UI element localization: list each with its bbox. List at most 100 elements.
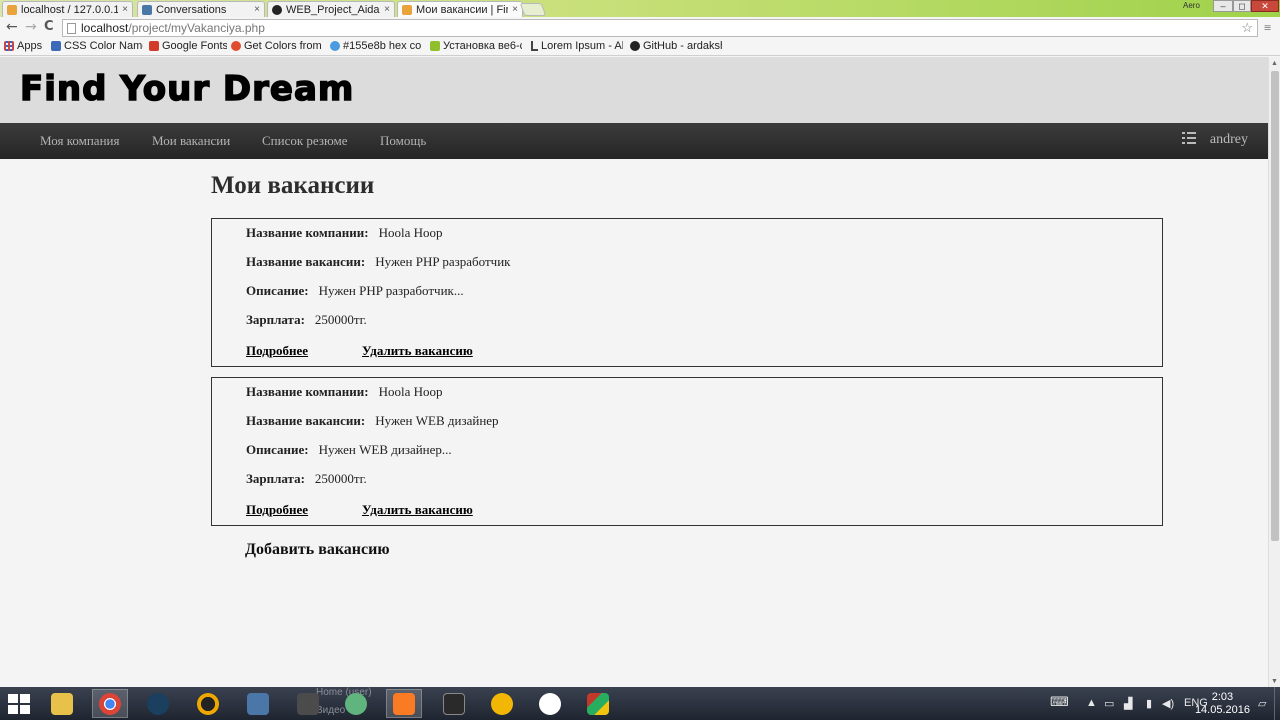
signal-icon[interactable]: ▟ (1124, 697, 1132, 710)
details-link[interactable]: Подробнее (246, 343, 308, 359)
forward-arrow-icon[interactable]: → (25, 19, 37, 35)
cube-app-icon[interactable] (580, 689, 616, 718)
vacancy-card: Название компании: Hoola Hoop Название ва… (211, 218, 1163, 367)
tab-close-icon[interactable]: × (512, 4, 518, 15)
nav-resume-list[interactable]: Список резюме (262, 133, 348, 149)
vacancy-value: Нужен PHP разработчик (375, 254, 511, 269)
lorem-ipsum-icon (531, 41, 538, 51)
sublime-text-icon[interactable] (290, 689, 326, 718)
bookmark-apps[interactable]: Apps (4, 40, 42, 52)
bookmark-item[interactable]: Get Colors from I (231, 40, 323, 52)
clock-time: 2:03 (1211, 691, 1234, 703)
salary-value: 250000тг. (314, 471, 367, 486)
address-bar[interactable]: localhost/project/myVakanciya.php ☆ (62, 19, 1258, 37)
bookmark-item[interactable]: Google Fonts (149, 40, 227, 52)
delete-vacancy-link[interactable]: Удалить вакансию (362, 343, 473, 359)
vacancy-row: Название вакансии: Нужен PHP разработчик (246, 254, 510, 270)
vacancy-card: Название компании: Hoola Hoop Название ва… (211, 377, 1163, 526)
nav-my-company[interactable]: Моя компания (40, 133, 119, 149)
clock-date: 14.05.2016 (1194, 704, 1250, 716)
nav-help[interactable]: Помощь (380, 133, 426, 149)
pentagon-app-icon[interactable] (532, 689, 568, 718)
browser-tab[interactable]: localhost / 127.0.0.1 × (2, 1, 133, 17)
browser-tab-label: Conversations (156, 3, 227, 16)
new-tab-button[interactable] (519, 3, 547, 16)
clock[interactable]: 2:03 14.05.2016 (1195, 691, 1250, 717)
company-label: Название компании: (246, 384, 369, 399)
bookmark-label: Apps (17, 40, 43, 52)
page-title: Мои вакансии (211, 172, 375, 199)
tab-close-icon[interactable]: × (384, 4, 390, 15)
bookmark-item[interactable]: #155e8b hex colo (330, 40, 422, 52)
network-icon[interactable]: ▭ (1104, 697, 1114, 710)
vk-icon[interactable] (240, 689, 276, 718)
install-web-server-icon (430, 41, 440, 51)
terminal-icon[interactable] (436, 689, 472, 718)
bookmarks-bar: Apps CSS Color Names Google Fonts Get Co… (0, 38, 1280, 56)
url-host: localhost (81, 21, 129, 35)
show-desktop-button[interactable] (1274, 687, 1280, 720)
file-explorer-icon[interactable] (44, 689, 80, 718)
hex-color-icon (330, 41, 340, 51)
description-label: Описание: (246, 283, 309, 298)
volume-icon[interactable]: ◀) (1162, 697, 1174, 710)
vectorworks-icon[interactable] (484, 689, 520, 718)
username[interactable]: andrey (1210, 132, 1248, 148)
scrollbar-thumb[interactable] (1271, 71, 1279, 541)
user-menu[interactable]: andrey (1181, 132, 1248, 148)
company-row: Название компании: Hoola Hoop (246, 384, 443, 400)
battery-icon[interactable]: ▮ (1146, 697, 1152, 710)
browser-tab[interactable]: Conversations × (137, 1, 265, 17)
keyboard-icon[interactable]: ⌨ (1050, 694, 1069, 710)
archicad-icon[interactable] (190, 689, 226, 718)
bookmark-item[interactable]: CSS Color Names (51, 40, 143, 52)
salary-row: Зарплата: 250000тг. (246, 312, 367, 328)
browser-tab-label: WEB_Project_Aidarkh (286, 3, 380, 16)
apps-grid-icon (4, 41, 14, 51)
windows-taskbar: Home (user) Видео ⌨ ▲ ▭ ▟ ▮ ◀) ENG 2:03 … (0, 687, 1280, 720)
description-value: Нужен WEB дизайнер... (318, 442, 452, 457)
list-menu-icon[interactable] (1181, 132, 1196, 144)
page-favicon-icon (402, 4, 412, 15)
notifications-icon[interactable]: ▱ (1258, 697, 1266, 710)
phpmyadmin-icon (7, 4, 17, 15)
browser-tab-active[interactable]: Мои вакансии | Find × (397, 1, 523, 17)
bookmark-item[interactable]: Установка ве6-се (430, 40, 522, 52)
tray-expand-icon[interactable]: ▲ (1086, 697, 1097, 709)
tab-close-icon[interactable]: × (122, 4, 128, 15)
google-fonts-icon (149, 41, 159, 51)
maximize-button[interactable]: ◻ (1233, 0, 1251, 12)
nav-my-vacancies[interactable]: Мои вакансии (152, 133, 230, 149)
back-arrow-icon[interactable]: ← (6, 19, 18, 35)
bookmark-item[interactable]: Lorem Ipsum - All (531, 40, 623, 52)
bookmark-item[interactable]: GitHub - ardaksh (630, 40, 722, 52)
bookmark-label: Установка ве6-се (443, 40, 522, 52)
salary-label: Зарплата: (246, 471, 305, 486)
atom-icon[interactable] (338, 689, 374, 718)
site-logo[interactable]: Find Your Dream (19, 68, 354, 110)
vacancy-row: Название вакансии: Нужен WEB дизайнер (246, 413, 499, 429)
minimize-button[interactable]: – (1213, 0, 1233, 12)
close-window-button[interactable]: ✕ (1251, 0, 1279, 12)
company-value: Hoola Hoop (378, 225, 443, 240)
browser-tab[interactable]: WEB_Project_Aidarkh × (267, 1, 395, 17)
bookmark-star-icon[interactable]: ☆ (1241, 20, 1253, 36)
chrome-icon[interactable] (92, 689, 128, 718)
xampp-icon[interactable] (386, 689, 422, 718)
reload-icon[interactable]: C (44, 19, 54, 35)
scroll-up-icon[interactable]: ▲ (1271, 59, 1278, 67)
steam-icon[interactable] (140, 689, 176, 718)
add-vacancy-link[interactable]: Добавить вакансию (245, 541, 390, 559)
system-tray: ⌨ ▲ ▭ ▟ ▮ ◀) ENG 2:03 14.05.2016 ▱ (1040, 687, 1280, 720)
windows-start-icon[interactable] (8, 694, 30, 714)
tab-close-icon[interactable]: × (254, 4, 260, 15)
github-icon (272, 4, 282, 15)
details-link[interactable]: Подробнее (246, 502, 308, 518)
salary-value: 250000тг. (314, 312, 367, 327)
bookmark-label: Get Colors from I (244, 40, 323, 52)
scroll-down-icon[interactable]: ▼ (1271, 677, 1278, 685)
browser-menu-icon[interactable]: ≡ (1264, 20, 1271, 36)
page-scrollbar[interactable]: ▲ ▼ (1268, 57, 1280, 687)
browser-tab-label: Мои вакансии | Find (416, 3, 509, 16)
delete-vacancy-link[interactable]: Удалить вакансию (362, 502, 473, 518)
